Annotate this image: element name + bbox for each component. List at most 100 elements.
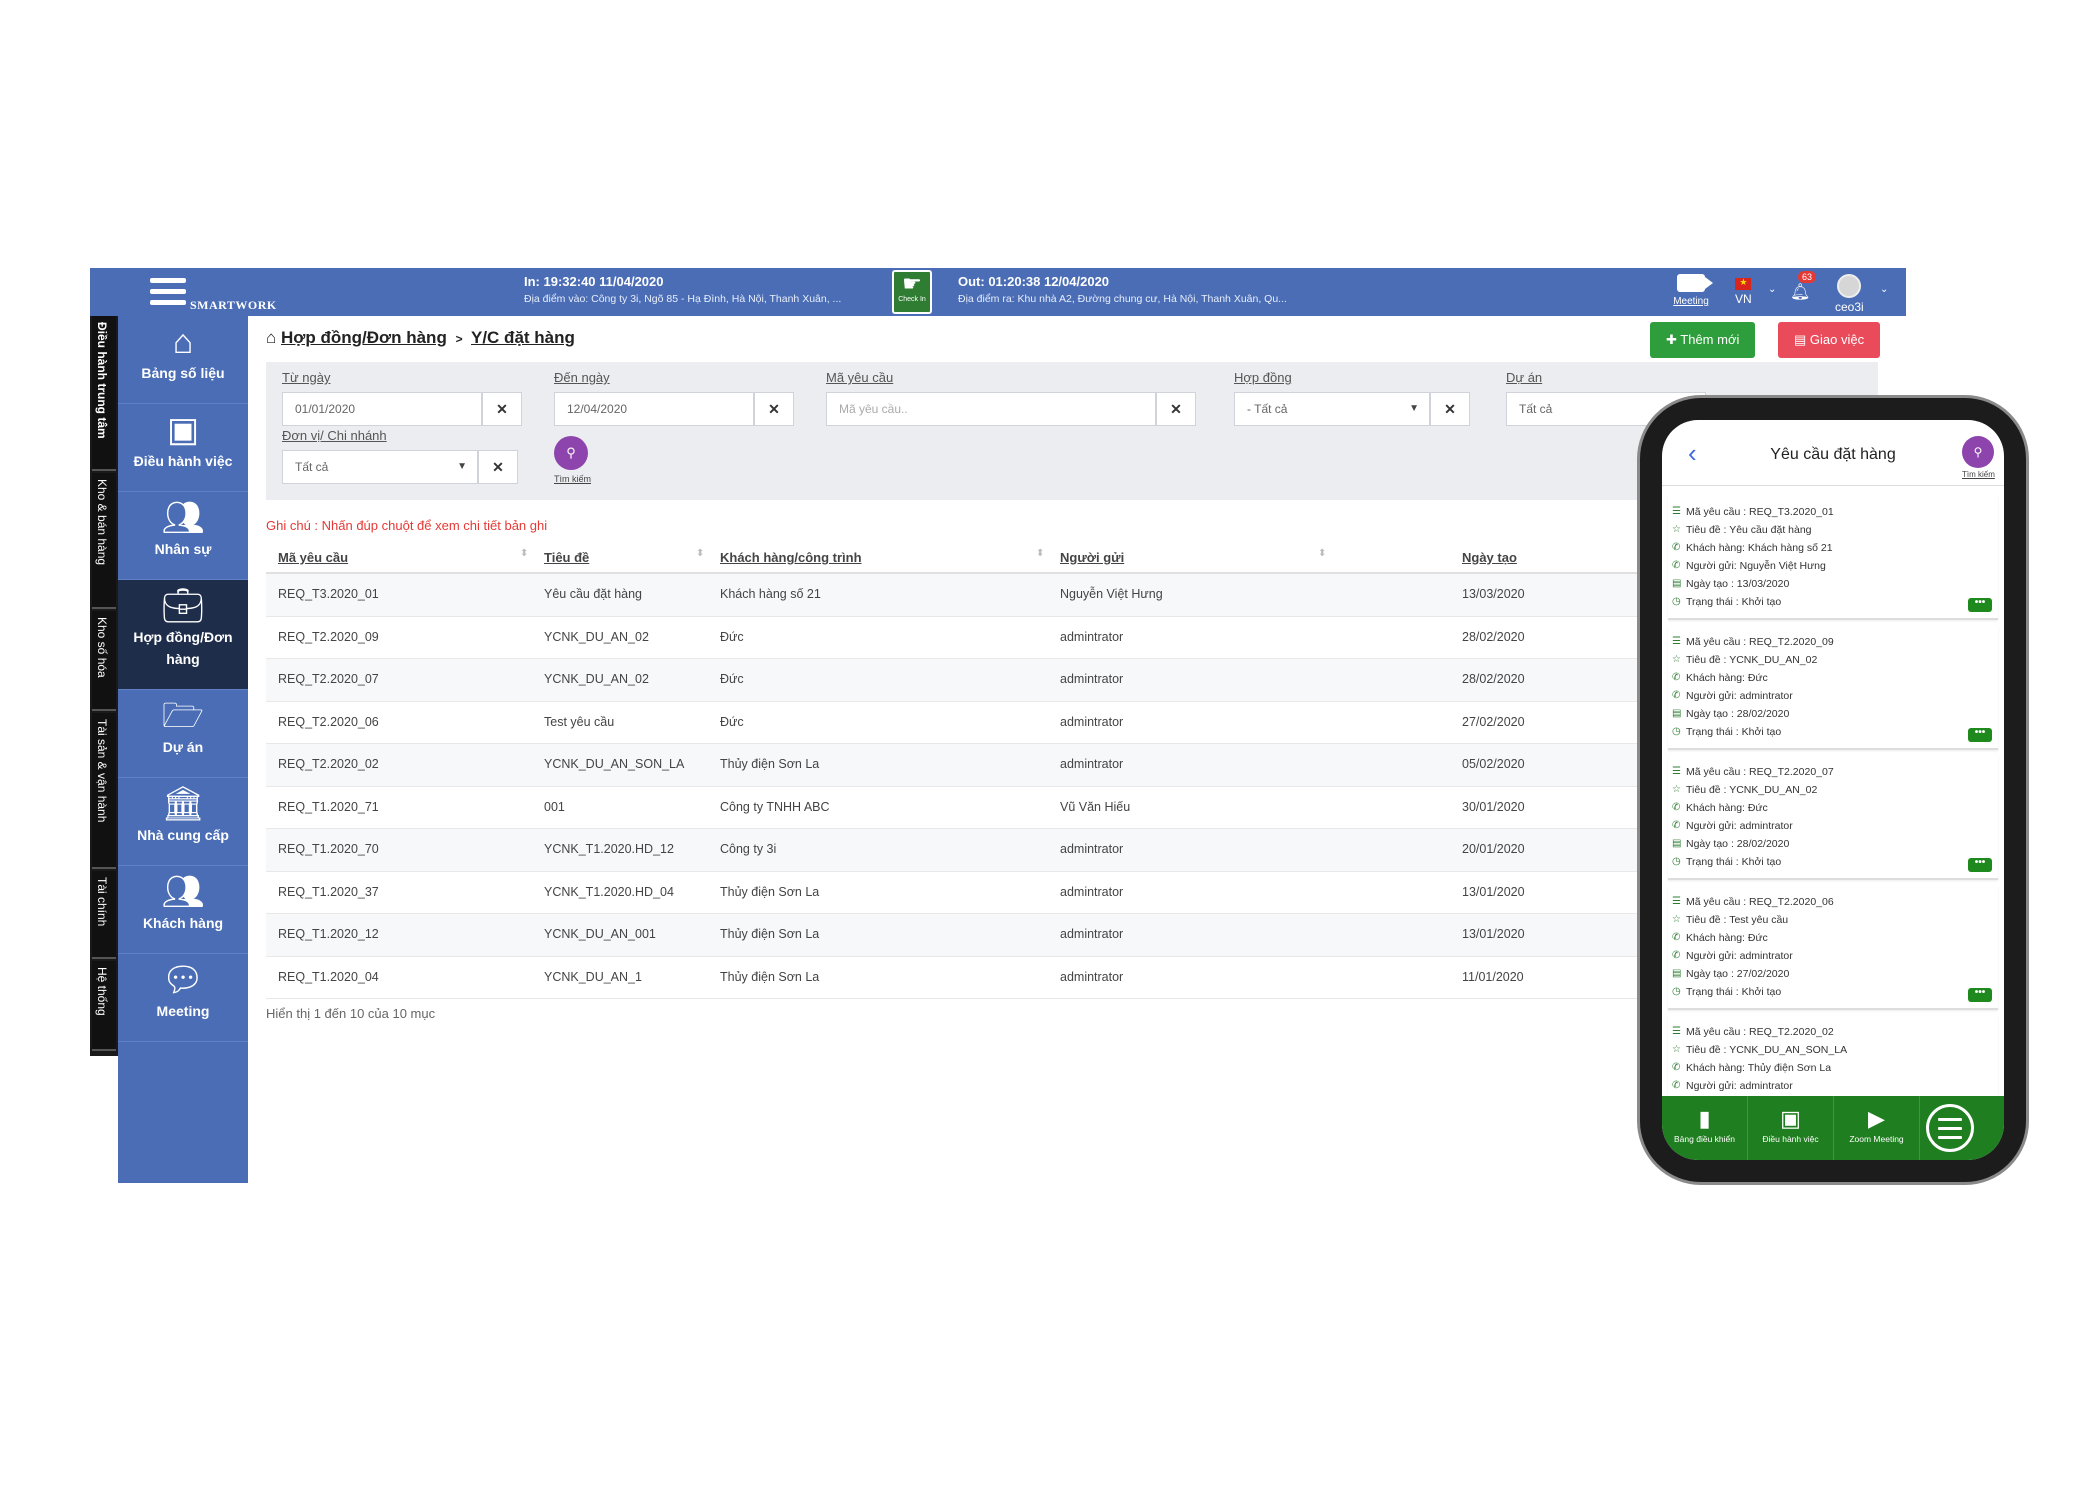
line-icon: ☆ bbox=[1672, 524, 1681, 535]
column-header-title[interactable]: Tiêu đề bbox=[544, 550, 589, 565]
card-title: ☆ Tiêu đề : YCNK_DU_AN_02 bbox=[1672, 654, 1817, 666]
phone-nav-dashboard[interactable]: ▮ Bảng điều khiển bbox=[1662, 1096, 1748, 1160]
card-date: ▤ Ngày tạo : 28/02/2020 bbox=[1672, 838, 1789, 850]
plus-icon: ✚ bbox=[1666, 332, 1681, 347]
cell-code: REQ_T2.2020_07 bbox=[278, 672, 379, 686]
cell-sender: Nguyễn Việt Hưng bbox=[1060, 587, 1163, 601]
cell-customer: Đức bbox=[720, 714, 744, 729]
more-options-button[interactable]: ••• bbox=[1968, 728, 1992, 742]
language-selector[interactable]: VN bbox=[1735, 276, 1752, 306]
card-line-text: Trạng thái : Khởi tạo bbox=[1686, 596, 1782, 608]
customers-icon: 👥︎ bbox=[161, 873, 205, 911]
assign-task-button[interactable]: ▤ Giao việc bbox=[1778, 322, 1881, 358]
cell-title: YCNK_T1.2020.HD_04 bbox=[544, 884, 674, 899]
checkout-time: Out: 01:20:38 12/04/2020 bbox=[958, 274, 1110, 289]
desktop-app: SMARTWORK In: 19:32:40 11/04/2020 Địa đi… bbox=[90, 268, 1906, 1183]
clear-unit-button[interactable]: ✕ bbox=[478, 450, 518, 484]
project-label: Dự án bbox=[1506, 370, 1543, 385]
sidebar-item-hr[interactable]: 👥︎ Nhân sự bbox=[118, 492, 248, 580]
vtab-tai-san[interactable]: Tài sản & vận hành bbox=[92, 713, 116, 869]
cell-code: REQ_T3.2020_01 bbox=[278, 587, 379, 601]
vtab-dieu-hanh[interactable]: Điều hành trung tâm bbox=[92, 316, 116, 471]
more-options-button[interactable]: ••• bbox=[1968, 858, 1992, 872]
cell-title: YCNK_T1.2020.HD_12 bbox=[544, 842, 674, 856]
column-header-created[interactable]: Ngày tạo bbox=[1462, 550, 1517, 565]
sidebar-item-suppliers[interactable]: 🏛︎ Nhà cung cấp bbox=[118, 778, 248, 866]
breadcrumb-parent[interactable]: Hợp đồng/Đơn hàng bbox=[281, 328, 447, 347]
request-card[interactable]: ☰ Mã yêu cầu : REQ_T2.2020_07 ☆ Tiêu đề : Y… bbox=[1668, 756, 1998, 880]
more-options-button[interactable]: ••• bbox=[1968, 988, 1992, 1002]
clear-to-date-button[interactable]: ✕ bbox=[754, 392, 794, 426]
clear-contract-button[interactable]: ✕ bbox=[1430, 392, 1470, 426]
sort-icon[interactable]: ⬍ bbox=[1318, 548, 1326, 559]
line-icon: ✆ bbox=[1672, 932, 1681, 943]
notification-badge: 63 bbox=[1798, 271, 1817, 283]
vtab-tai-chinh[interactable]: Tài chính bbox=[92, 871, 116, 959]
sidebar-item-dashboard[interactable]: ⌂ Bảng số liệu bbox=[118, 316, 248, 404]
sort-icon[interactable]: ⬍ bbox=[1036, 548, 1044, 559]
unit-select[interactable]: Tất cả ▼ bbox=[282, 450, 478, 484]
breadcrumb-current[interactable]: Y/C đặt hàng bbox=[471, 328, 575, 347]
cell-customer: Đức bbox=[720, 629, 744, 644]
note-text: Ghi chú : Nhấn đúp chuột để xem chi tiết… bbox=[266, 518, 548, 533]
phone-menu-button[interactable] bbox=[1926, 1104, 1974, 1152]
card-line-text: Khách hàng: Đức bbox=[1686, 932, 1768, 944]
request-code-input[interactable]: Mã yêu cầu.. bbox=[826, 392, 1156, 426]
phone-nav-tasks[interactable]: ▣ Điều hành việc bbox=[1748, 1096, 1834, 1160]
sort-icon[interactable]: ⬍ bbox=[696, 548, 704, 559]
chevron-down-icon[interactable]: ⌄ bbox=[1768, 284, 1776, 295]
phone-search-button[interactable]: ⚲ bbox=[1962, 436, 1994, 468]
line-icon: ◷ bbox=[1672, 856, 1681, 867]
vtab-kho-so-hoa[interactable]: Kho số hóa bbox=[92, 611, 116, 711]
contract-label: Hợp đồng bbox=[1234, 370, 1292, 385]
menu-icon[interactable] bbox=[150, 278, 186, 306]
column-header-sender[interactable]: Người gửi bbox=[1060, 550, 1124, 565]
card-line-text: Người gửi: Nguyễn Việt Hưng bbox=[1686, 560, 1826, 572]
clear-from-date-button[interactable]: ✕ bbox=[482, 392, 522, 426]
cell-sender: admintrator bbox=[1060, 714, 1124, 729]
card-date: ▤ Ngày tạo : 28/02/2020 bbox=[1672, 708, 1789, 720]
from-date-input[interactable]: 01/01/2020 bbox=[282, 392, 482, 426]
bell-icon[interactable]: 🔔︎ bbox=[1790, 282, 1810, 302]
line-icon: ◷ bbox=[1672, 986, 1681, 997]
line-icon: ✆ bbox=[1672, 542, 1681, 553]
home-icon[interactable]: ⌂ bbox=[266, 328, 276, 347]
vtab-he-thong[interactable]: Hệ thống bbox=[92, 961, 116, 1051]
unit-label: Đơn vị/ Chi nhánh bbox=[282, 428, 387, 443]
request-card[interactable]: ☰ Mã yêu cầu : REQ_T2.2020_06 ☆ Tiêu đề : T… bbox=[1668, 886, 1998, 1010]
vtab-kho-ban-hang[interactable]: Kho & bán hàng bbox=[92, 473, 116, 609]
cell-created: 30/01/2020 bbox=[1462, 799, 1525, 814]
card-line-text: Mã yêu cầu : REQ_T2.2020_09 bbox=[1686, 636, 1834, 648]
add-new-button[interactable]: ✚ Thêm mới bbox=[1650, 322, 1756, 358]
checkin-button[interactable]: ☛ Check In bbox=[892, 270, 932, 314]
clear-request-code-button[interactable]: ✕ bbox=[1156, 392, 1196, 426]
meeting-link[interactable]: Meeting bbox=[1665, 272, 1717, 307]
vertical-tab-strip: Điều hành trung tâm Kho & bán hàng Kho s… bbox=[90, 316, 118, 1056]
sort-icon[interactable]: ⬍ bbox=[520, 548, 528, 559]
cell-code: REQ_T1.2020_12 bbox=[278, 927, 379, 941]
column-header-customer[interactable]: Khách hàng/công trình bbox=[720, 550, 862, 565]
more-options-button[interactable]: ••• bbox=[1968, 598, 1992, 612]
column-header-code[interactable]: Mã yêu cầu bbox=[278, 550, 348, 565]
phone-search-label[interactable]: Tìm kiếm bbox=[1962, 470, 1995, 479]
sidebar-item-tasks[interactable]: ▣ Điều hành việc bbox=[118, 404, 248, 492]
chevron-down-icon[interactable]: ⌄ bbox=[1880, 284, 1888, 295]
sidebar-item-meeting[interactable]: 💬︎ Meeting bbox=[118, 954, 248, 1042]
contract-select[interactable]: - Tất cả ▼ bbox=[1234, 392, 1430, 426]
sidebar-item-customers[interactable]: 👥︎ Khách hàng bbox=[118, 866, 248, 954]
request-card[interactable]: ☰ Mã yêu cầu : REQ_T2.2020_09 ☆ Tiêu đề : Y… bbox=[1668, 626, 1998, 750]
card-line-text: Ngày tạo : 27/02/2020 bbox=[1686, 968, 1790, 980]
sidebar-item-projects[interactable]: 🗁 Dự án bbox=[118, 690, 248, 778]
phone-nav-zoom[interactable]: ▶ Zoom Meeting bbox=[1834, 1096, 1920, 1160]
card-line-text: Trạng thái : Khởi tạo bbox=[1686, 726, 1782, 738]
user-menu[interactable]: ceo3i bbox=[1835, 274, 1864, 314]
request-card[interactable]: ☰ Mã yêu cầu : REQ_T3.2020_01 ☆ Tiêu đề : Y… bbox=[1668, 496, 1998, 620]
cell-created: 13/01/2020 bbox=[1462, 884, 1525, 899]
cell-sender: admintrator bbox=[1060, 842, 1124, 856]
caret-down-icon: ▼ bbox=[457, 461, 467, 472]
sidebar-item-contracts[interactable]: 💼︎ Hợp đồng/Đơn hàng bbox=[118, 580, 248, 690]
search-label[interactable]: Tìm kiếm bbox=[554, 474, 591, 484]
cell-created: 05/02/2020 bbox=[1462, 757, 1525, 771]
search-button[interactable]: ⚲ bbox=[554, 436, 588, 470]
to-date-input[interactable]: 12/04/2020 bbox=[554, 392, 754, 426]
